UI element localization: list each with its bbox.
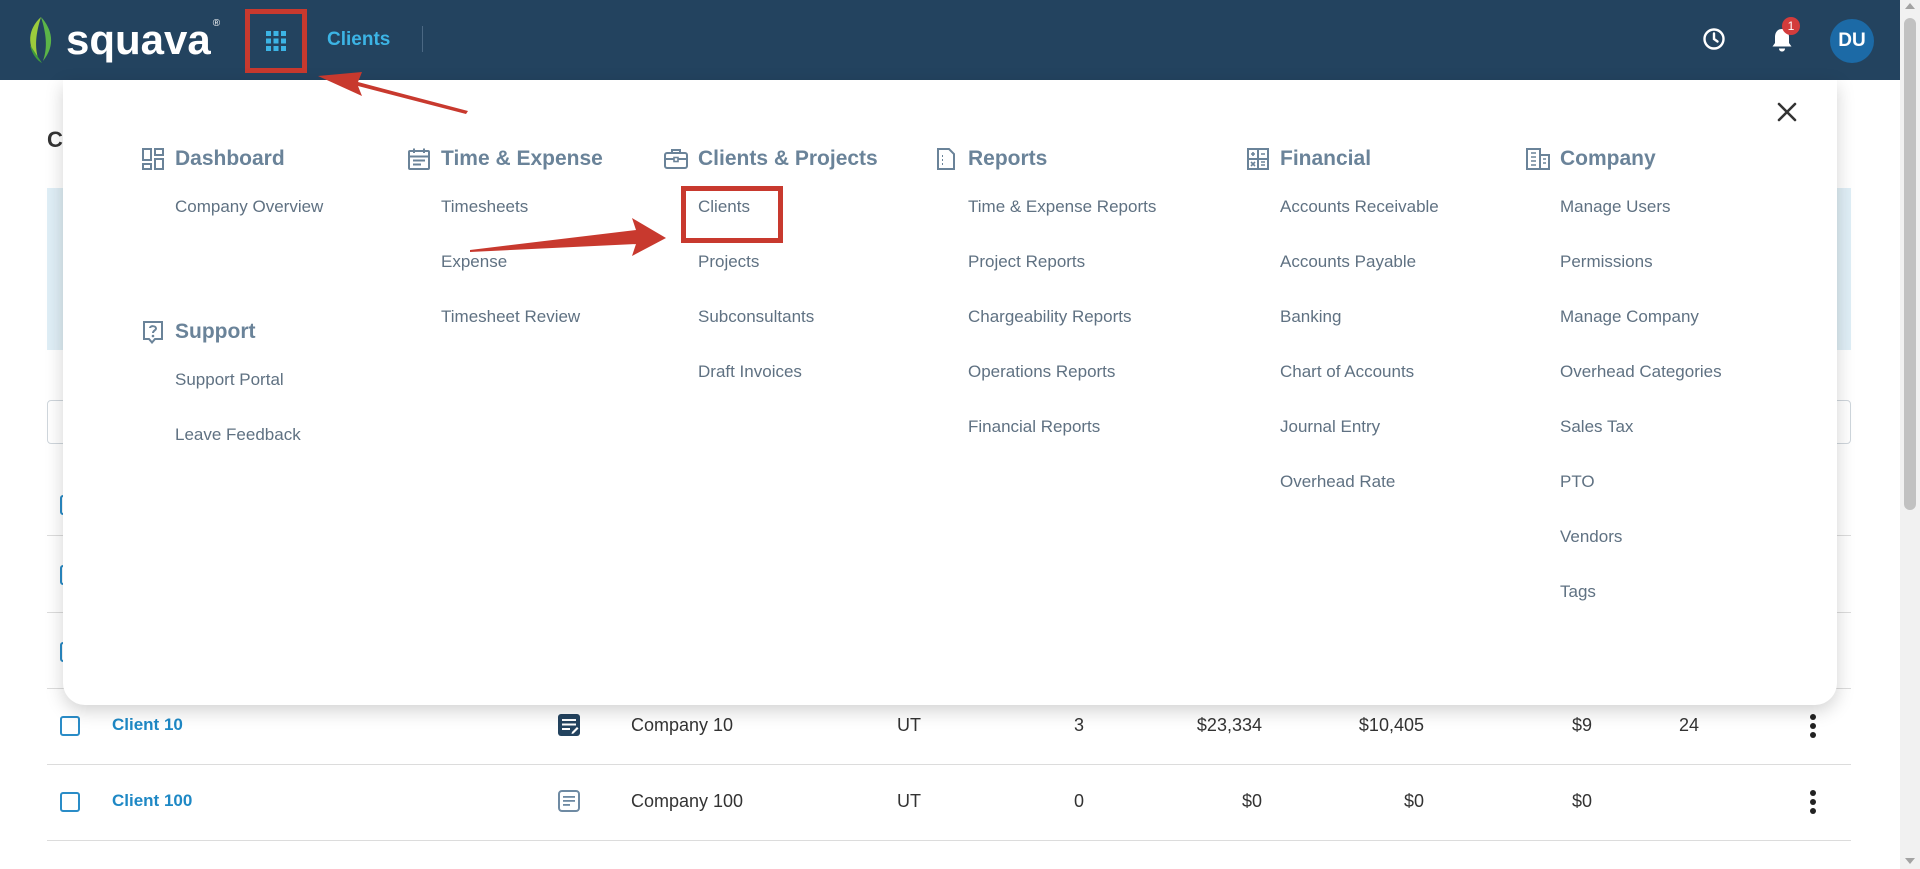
menu-item-operations-reports[interactable]: Operations Reports	[968, 341, 1156, 396]
menu-item-timesheets[interactable]: Timesheets	[441, 176, 603, 231]
menu-item-financial-reports[interactable]: Financial Reports	[968, 396, 1156, 451]
apps-menu-panel: Dashboard Company Overview Support Suppo…	[63, 80, 1837, 705]
payable-cell: $10,405	[1358, 715, 1424, 735]
squava-logo[interactable]: squava ®	[24, 12, 220, 68]
scrollbar-thumb[interactable]	[1904, 18, 1916, 510]
menu-item-chargeability-reports[interactable]: Chargeability Reports	[968, 286, 1156, 341]
projects-count-cell: 3	[1073, 715, 1084, 735]
apps-menu-button[interactable]	[245, 9, 307, 73]
briefcase-icon	[663, 146, 689, 172]
menu-item-accounts-payable[interactable]: Accounts Payable	[1280, 231, 1439, 286]
menu-item-banking[interactable]: Banking	[1280, 286, 1439, 341]
state-cell: UT	[897, 791, 921, 811]
users-count-cell: 24	[1679, 715, 1700, 735]
scroll-down-arrow-icon[interactable]	[1905, 858, 1915, 864]
company-cell: Company 10	[631, 715, 734, 735]
menu-item-expense[interactable]: Expense	[441, 231, 603, 286]
menu-item-subconsultants[interactable]: Subconsultants	[698, 286, 878, 341]
menu-heading-dashboard: Dashboard	[140, 142, 323, 176]
note-filled-icon[interactable]	[557, 713, 581, 742]
menu-item-manage-company[interactable]: Manage Company	[1560, 286, 1722, 341]
grid-apps-icon	[266, 31, 286, 51]
client-name-link[interactable]: Client 100	[112, 791, 192, 811]
more-options-icon[interactable]	[1809, 789, 1817, 820]
note-outline-icon[interactable]	[557, 789, 581, 818]
dashboard-icon	[140, 146, 166, 172]
menu-item-pto[interactable]: PTO	[1560, 451, 1722, 506]
page-title: C	[47, 127, 63, 152]
menu-item-tags[interactable]: Tags	[1560, 561, 1722, 616]
notification-badge: 1	[1782, 17, 1800, 35]
calculator-icon	[1245, 146, 1271, 172]
row-checkbox[interactable]	[60, 716, 80, 736]
menu-column-financial: Financial Accounts Receivable Accounts P…	[1245, 142, 1439, 506]
receivable-cell: $23,334	[1196, 715, 1262, 735]
menu-column-time-expense: Time & Expense Timesheets Expense Timesh…	[406, 142, 603, 341]
close-icon[interactable]	[1777, 102, 1797, 127]
menu-item-support-portal[interactable]: Support Portal	[175, 349, 301, 404]
menu-item-company-overview[interactable]: Company Overview	[175, 176, 323, 231]
menu-item-vendors[interactable]: Vendors	[1560, 506, 1722, 561]
menu-column-support: Support Support Portal Leave Feedback	[140, 315, 301, 459]
scroll-up-arrow-icon[interactable]	[1905, 3, 1915, 9]
menu-item-accounts-receivable[interactable]: Accounts Receivable	[1280, 176, 1439, 231]
projects-count-cell: 0	[1073, 791, 1084, 811]
menu-item-overhead-rate[interactable]: Overhead Rate	[1280, 451, 1439, 506]
menu-item-manage-users[interactable]: Manage Users	[1560, 176, 1722, 231]
building-icon	[1525, 146, 1551, 172]
menu-column-company: Company Manage Users Permissions Manage …	[1525, 142, 1722, 616]
menu-item-overhead-categories[interactable]: Overhead Categories	[1560, 341, 1722, 396]
menu-item-chart-of-accounts[interactable]: Chart of Accounts	[1280, 341, 1439, 396]
menu-column-dashboard: Dashboard Company Overview	[140, 142, 323, 231]
user-avatar[interactable]: DU	[1830, 19, 1874, 63]
menu-heading-reports: Reports	[933, 142, 1156, 176]
wip-cell: $9	[1571, 715, 1592, 735]
top-navigation-bar: squava ® Clients 1 DU	[0, 0, 1900, 80]
state-cell: UT	[897, 715, 921, 735]
company-cell: Company 100	[631, 791, 744, 811]
menu-column-reports: Reports Time & Expense Reports Project R…	[933, 142, 1156, 451]
vertical-scrollbar[interactable]	[1900, 0, 1920, 869]
payable-cell: $0	[1403, 791, 1424, 811]
menu-item-draft-invoices[interactable]: Draft Invoices	[698, 341, 878, 396]
menu-item-project-reports[interactable]: Project Reports	[968, 231, 1156, 286]
row-divider	[47, 840, 1851, 841]
menu-heading-clients-projects: Clients & Projects	[663, 142, 878, 176]
menu-item-leave-feedback[interactable]: Leave Feedback	[175, 404, 301, 459]
calendar-icon	[406, 146, 432, 172]
menu-item-sales-tax[interactable]: Sales Tax	[1560, 396, 1722, 451]
clock-icon[interactable]	[1702, 27, 1726, 51]
wip-cell: $0	[1571, 791, 1592, 811]
leaf-logo-icon	[30, 17, 52, 63]
menu-item-permissions[interactable]: Permissions	[1560, 231, 1722, 286]
annotation-highlight-box	[681, 186, 783, 243]
more-options-icon[interactable]	[1809, 713, 1817, 744]
menu-column-clients-projects: Clients & Projects Clients Projects Subc…	[663, 142, 878, 396]
menu-heading-time-expense: Time & Expense	[406, 142, 603, 176]
topnav-divider	[422, 26, 423, 52]
row-checkbox[interactable]	[60, 792, 80, 812]
menu-heading-support: Support	[140, 315, 301, 349]
menu-item-timesheet-review[interactable]: Timesheet Review	[441, 286, 603, 341]
menu-item-time-expense-reports[interactable]: Time & Expense Reports	[968, 176, 1156, 231]
client-name-link[interactable]: Client 10	[112, 715, 183, 735]
registered-mark: ®	[212, 18, 221, 29]
topnav-clients-link[interactable]: Clients	[327, 29, 390, 51]
menu-heading-financial: Financial	[1245, 142, 1439, 176]
brand-name: squava	[66, 16, 211, 63]
table-row[interactable]: Client 100 Company 100 UT 0 $0 $0 $0	[47, 765, 1851, 841]
question-icon	[140, 319, 166, 345]
menu-item-journal-entry[interactable]: Journal Entry	[1280, 396, 1439, 451]
menu-heading-company: Company	[1525, 142, 1722, 176]
report-icon	[933, 146, 959, 172]
receivable-cell: $0	[1241, 791, 1262, 811]
